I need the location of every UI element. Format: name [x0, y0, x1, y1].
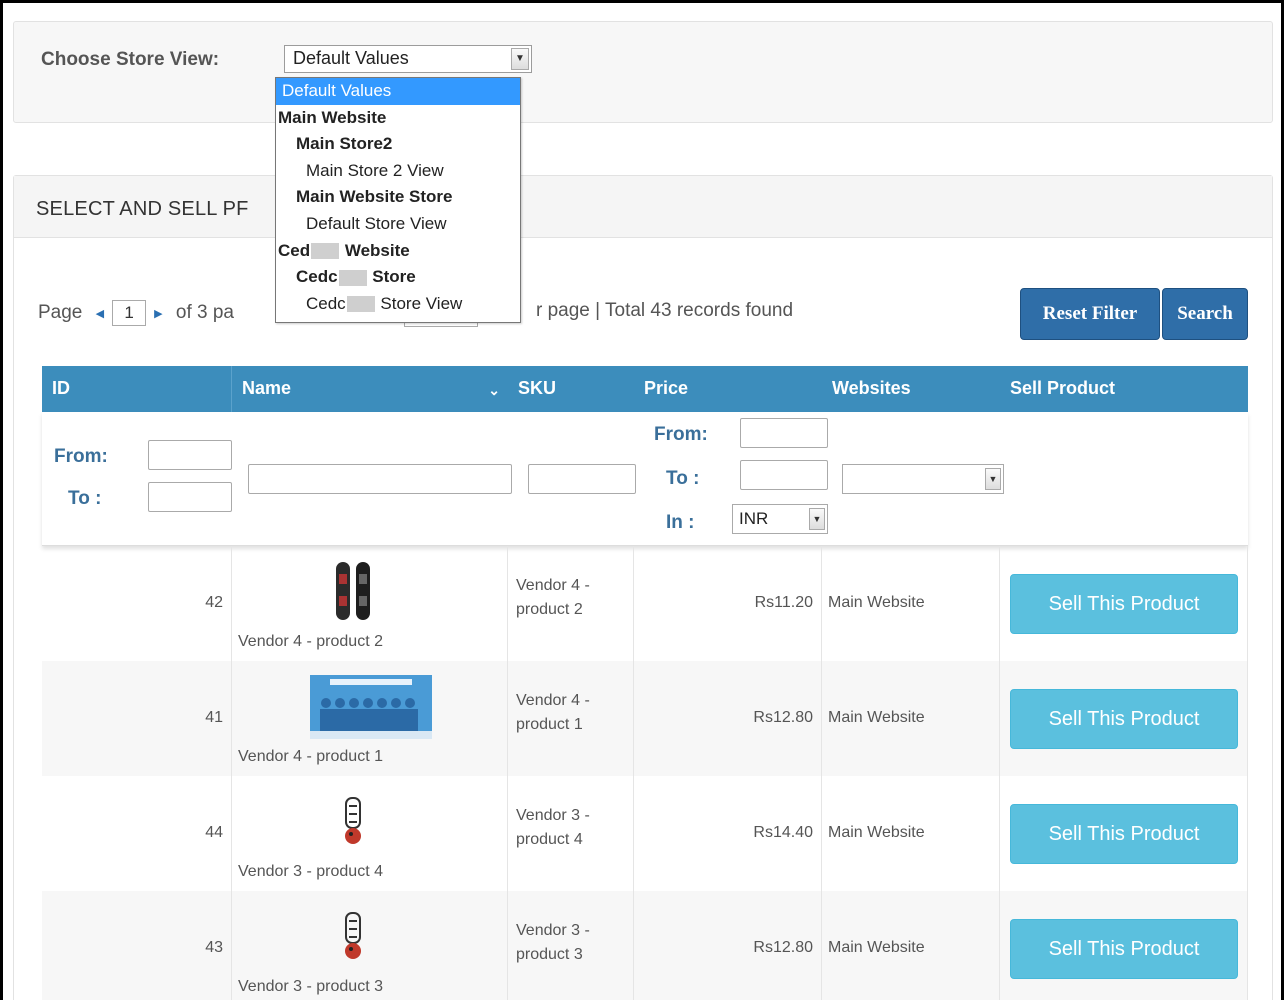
name-filter-input[interactable] — [248, 464, 512, 494]
sell-this-product-button[interactable]: Sell This Product — [1010, 919, 1238, 979]
cell-id: 43 — [42, 891, 232, 1000]
filter-row: From: To : From: To : In : INR ▼ ▼ — [42, 412, 1248, 546]
table-row: 41 Vendor 4 - product 1 Vendor 4 - produ… — [42, 661, 1248, 776]
cell-sell: Sell This Product — [1000, 776, 1248, 891]
panel-title: SELECT AND SELL PF — [36, 198, 249, 220]
cell-sku: Vendor 3 - product 4 — [508, 776, 634, 891]
cell-name: Vendor 4 - product 1 — [232, 661, 508, 776]
cell-id: 41 — [42, 661, 232, 776]
cell-websites: Main Website — [822, 546, 1000, 661]
column-header-sell: Sell Product — [1010, 378, 1116, 398]
cell-sell: Sell This Product — [1000, 661, 1248, 776]
sell-this-product-button[interactable]: Sell This Product — [1010, 689, 1238, 749]
id-from-label: From: — [54, 446, 108, 467]
cell-price: Rs12.80 — [634, 661, 822, 776]
cell-price: Rs11.20 — [634, 546, 822, 661]
group-photo-icon — [310, 675, 432, 739]
cell-sell: Sell This Product — [1000, 546, 1248, 661]
redacted-block — [338, 269, 367, 286]
dropdown-option[interactable]: Main Store 2 View — [276, 158, 520, 185]
cell-sku: Vendor 4 - product 2 — [508, 546, 634, 661]
skateboard-icon — [345, 912, 361, 959]
redacted-block — [346, 296, 375, 313]
prev-page-icon[interactable]: ◀ — [96, 308, 104, 320]
chevron-down-icon[interactable]: ▼ — [985, 468, 1001, 490]
store-view-label: Choose Store View: — [41, 49, 220, 70]
pager-records-text: r page | Total 43 records found — [536, 300, 794, 321]
cell-websites: Main Website — [822, 891, 1000, 1000]
table-row: 44 Vendor 3 - product 4 Vendor 3 - produc… — [42, 776, 1248, 891]
cell-name: Vendor 3 - product 3 — [232, 891, 508, 1000]
column-header-websites[interactable]: Websites — [822, 366, 1000, 412]
column-header-name[interactable]: Name ⌄ — [232, 366, 508, 412]
dropdown-option[interactable]: Ced Website — [276, 238, 520, 265]
cell-websites: Main Website — [822, 661, 1000, 776]
currency-select[interactable]: INR ▼ — [732, 504, 828, 534]
id-to-label: To : — [68, 488, 102, 509]
websites-filter-select[interactable]: ▼ — [842, 464, 1004, 494]
sell-this-product-button[interactable]: Sell This Product — [1010, 574, 1238, 634]
price-to-label: To : — [666, 468, 700, 489]
id-from-input[interactable] — [148, 440, 232, 470]
store-view-dropdown[interactable]: Default Values Main Website Main Store2 … — [275, 77, 521, 323]
cell-sku: Vendor 3 - product 3 — [508, 891, 634, 1000]
price-from-label: From: — [654, 424, 708, 445]
column-header-id[interactable]: ID — [42, 366, 232, 412]
cell-sell: Sell This Product — [1000, 891, 1248, 1000]
cell-price: Rs12.80 — [634, 891, 822, 1000]
reset-filter-button[interactable]: Reset Filter — [1020, 288, 1160, 340]
column-header-price[interactable]: Price — [634, 366, 822, 412]
dropdown-option[interactable]: Cedc Store — [276, 264, 520, 291]
table-row: 42 Vendor 4 - product 2 Vendor 4 - produc… — [42, 546, 1248, 661]
price-from-input[interactable] — [740, 418, 828, 448]
products-table: ID Name ⌄ SKU Price Websites Sell Product… — [42, 366, 1248, 1000]
cell-id: 44 — [42, 776, 232, 891]
dropdown-option[interactable]: Main Store2 — [276, 131, 520, 158]
cell-id: 42 — [42, 546, 232, 661]
page-number-input[interactable]: 1 — [112, 300, 147, 326]
store-view-box: Choose Store View: Default Values ▼ — [13, 21, 1273, 123]
id-to-input[interactable] — [148, 482, 232, 512]
snowboard-icon — [336, 562, 370, 620]
dropdown-option[interactable]: Main Website — [276, 105, 520, 132]
cell-name: Vendor 3 - product 4 — [232, 776, 508, 891]
sku-filter-input[interactable] — [528, 464, 636, 494]
panel-header: SELECT AND SELL PF — [14, 176, 1272, 238]
cell-websites: Main Website — [822, 776, 1000, 891]
page-frame: Choose Store View: Default Values ▼ Defa… — [0, 0, 1284, 1000]
pager: Page ◀ 1 ▶ of 3 pa — [38, 300, 234, 326]
skateboard-icon — [345, 797, 361, 844]
pager-prefix: Page — [38, 302, 83, 324]
table-header: ID Name ⌄ SKU Price Websites Sell Product — [42, 366, 1248, 412]
sell-this-product-button[interactable]: Sell This Product — [1010, 804, 1238, 864]
store-view-selected: Default Values — [293, 48, 409, 68]
chevron-down-icon[interactable]: ▼ — [809, 508, 825, 530]
next-page-icon[interactable]: ▶ — [154, 308, 162, 320]
price-in-label: In : — [666, 512, 695, 533]
redacted-block — [311, 243, 340, 260]
price-to-input[interactable] — [740, 460, 828, 490]
product-panel: SELECT AND SELL PF Page ◀ 1 ▶ of 3 pa r pa… — [13, 175, 1273, 1000]
store-view-select[interactable]: Default Values ▼ — [284, 45, 532, 73]
cell-sku: Vendor 4 - product 1 — [508, 661, 634, 776]
currency-value: INR — [739, 509, 769, 528]
dropdown-option[interactable]: Default Values — [276, 78, 520, 105]
sort-down-icon: ⌄ — [488, 382, 500, 398]
cell-price: Rs14.40 — [634, 776, 822, 891]
cell-name: Vendor 4 - product 2 — [232, 546, 508, 661]
dropdown-option[interactable]: Main Website Store — [276, 184, 520, 211]
dropdown-option[interactable]: Default Store View — [276, 211, 520, 238]
table-row: 43 Vendor 3 - product 3 Vendor 3 - produc… — [42, 891, 1248, 1000]
chevron-down-icon[interactable]: ▼ — [511, 48, 529, 70]
column-header-sku[interactable]: SKU — [508, 366, 634, 412]
pager-of-text: of 3 pa — [175, 302, 234, 324]
search-button[interactable]: Search — [1162, 288, 1248, 340]
dropdown-option[interactable]: Cedc Store View — [276, 291, 520, 318]
